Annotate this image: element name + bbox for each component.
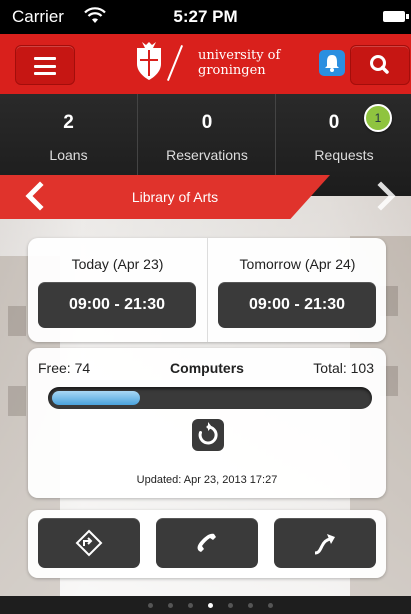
total-computers: Total: 103 — [313, 360, 374, 376]
loans-label: Loans — [49, 147, 88, 163]
today-hours[interactable]: 09:00 - 21:30 — [38, 282, 196, 328]
notifications-button[interactable] — [319, 50, 345, 76]
page-dot[interactable] — [228, 603, 233, 608]
today-label: Today (Apr 23) — [71, 256, 164, 272]
updated-timestamp: Updated: Apr 23, 2013 17:27 — [136, 474, 278, 486]
availability-bar — [48, 387, 372, 409]
directions-icon — [75, 529, 103, 557]
logo-line-1: university of — [198, 48, 281, 63]
chevron-right-icon[interactable] — [370, 181, 400, 211]
page-dot[interactable] — [168, 603, 173, 608]
computers-card: Free: 74 Computers Total: 103 Updated: A… — [28, 348, 386, 498]
crest-icon — [137, 42, 161, 80]
page-indicator[interactable] — [0, 596, 411, 614]
tomorrow-column: Tomorrow (Apr 24) 09:00 - 21:30 — [207, 238, 387, 342]
search-icon — [370, 55, 389, 74]
logo-line-2: groningen — [198, 63, 266, 78]
actions-card — [28, 510, 386, 578]
status-bar: Carrier 5:27 PM — [0, 0, 411, 34]
university-logo: university of groningen — [134, 40, 314, 88]
app-header: university of groningen — [0, 34, 411, 94]
battery-icon — [383, 11, 409, 22]
hamburger-icon — [34, 57, 56, 75]
menu-button[interactable] — [15, 45, 75, 85]
logo-text: university of groningen — [198, 48, 280, 78]
call-button[interactable] — [156, 518, 258, 568]
opening-hours-card: Today (Apr 23) 09:00 - 21:30 Tomorrow (A… — [28, 238, 386, 342]
directions-button[interactable] — [38, 518, 140, 568]
phone-icon — [197, 533, 216, 552]
availability-fill — [52, 391, 140, 405]
page-dot[interactable] — [148, 603, 153, 608]
search-button[interactable] — [350, 45, 410, 85]
chevron-left-icon[interactable] — [20, 181, 50, 211]
bell-icon — [325, 55, 339, 72]
page-dot[interactable] — [188, 603, 193, 608]
clock: 5:27 PM — [173, 7, 238, 26]
requests-badge: 1 — [364, 104, 392, 132]
page-dot[interactable] — [268, 603, 273, 608]
today-column: Today (Apr 23) 09:00 - 21:30 — [28, 238, 207, 342]
reservations-label: Reservations — [166, 147, 248, 163]
loans-count: 2 — [63, 112, 74, 133]
refresh-icon — [198, 422, 218, 445]
library-name: Library of Arts — [131, 189, 219, 205]
tomorrow-hours[interactable]: 09:00 - 21:30 — [218, 282, 376, 328]
page-dot[interactable] — [248, 603, 253, 608]
refresh-button[interactable] — [192, 419, 224, 451]
tomorrow-label: Tomorrow (Apr 24) — [239, 256, 356, 272]
page-dot[interactable] — [208, 603, 213, 608]
share-button[interactable] — [274, 518, 376, 568]
reservations-count: 0 — [201, 112, 213, 133]
share-icon — [314, 534, 335, 555]
requests-label: Requests — [314, 147, 374, 163]
logo-divider — [166, 45, 184, 81]
